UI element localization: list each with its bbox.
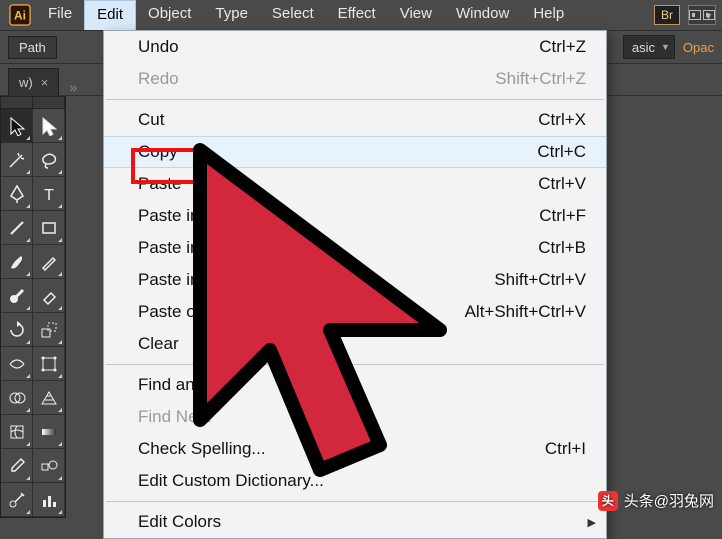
menu-item-label: Copy bbox=[138, 142, 178, 162]
column-graph-tool[interactable] bbox=[33, 483, 65, 517]
menu-item-label: Paste on A bbox=[138, 302, 220, 322]
document-tab-label: w) bbox=[19, 75, 33, 90]
menu-item-shortcut: Ctrl+F bbox=[539, 206, 586, 226]
mesh-tool[interactable] bbox=[1, 415, 33, 449]
menu-item-label: Clear bbox=[138, 334, 179, 354]
menu-effect[interactable]: Effect bbox=[326, 0, 388, 30]
tab-overflow-icon[interactable]: » bbox=[69, 79, 77, 95]
menu-item-label: Find Next bbox=[138, 407, 211, 427]
menu-bar: Ai FileEditObjectTypeSelectEffectViewWin… bbox=[0, 0, 722, 30]
menu-item-paste-on-a[interactable]: Paste on A Alt+Shift+Ctrl+V bbox=[104, 296, 606, 328]
eyedropper-tool[interactable] bbox=[1, 449, 33, 483]
menu-item-label: Find and Rep bbox=[138, 375, 240, 395]
menu-item-shortcut: Alt+Shift+Ctrl+V bbox=[465, 302, 586, 322]
tools-panel: T bbox=[0, 96, 66, 518]
perspective-grid-tool[interactable] bbox=[33, 381, 65, 415]
magic-wand-tool[interactable] bbox=[1, 143, 33, 177]
menu-item-paste-in[interactable]: Paste in Ctrl+F bbox=[104, 200, 606, 232]
menu-item-clear[interactable]: Clear bbox=[104, 328, 606, 360]
menu-item-shortcut: Ctrl+Z bbox=[539, 37, 586, 57]
style-combo[interactable]: asic▼ bbox=[623, 35, 675, 59]
menu-item-paste-in-p[interactable]: Paste in P Shift+Ctrl+V bbox=[104, 264, 606, 296]
menu-item-label: Edit Colors bbox=[138, 512, 221, 532]
paintbrush-tool[interactable] bbox=[1, 245, 33, 279]
svg-text:T: T bbox=[44, 187, 54, 204]
menu-separator bbox=[106, 99, 604, 100]
menu-item-label: Paste in P bbox=[138, 270, 216, 290]
gradient-tool[interactable] bbox=[33, 415, 65, 449]
menu-item-shortcut: Shift+Ctrl+Z bbox=[495, 69, 586, 89]
menu-item-shortcut: Ctrl+I bbox=[545, 439, 586, 459]
menu-view[interactable]: View bbox=[388, 0, 444, 30]
menu-type[interactable]: Type bbox=[203, 0, 260, 30]
line-segment-tool[interactable] bbox=[1, 211, 33, 245]
menu-edit[interactable]: Edit bbox=[84, 0, 136, 30]
menu-item-shortcut: Ctrl+X bbox=[538, 110, 586, 130]
menu-item-label: Paste in bbox=[138, 206, 199, 226]
menu-item-label: Paste in bbox=[138, 238, 199, 258]
watermark-logo: 头 bbox=[598, 491, 618, 511]
tools-panel-grip[interactable] bbox=[1, 97, 65, 109]
edit-menu-dropdown: UndoCtrl+ZRedoShift+Ctrl+ZCutCtrl+XCopyC… bbox=[103, 30, 607, 539]
menu-item-redo: Redo Shift+Ctrl+Z bbox=[104, 63, 606, 95]
shape-builder-tool[interactable] bbox=[1, 381, 33, 415]
scale-tool[interactable] bbox=[33, 313, 65, 347]
lasso-tool[interactable] bbox=[33, 143, 65, 177]
rotate-tool[interactable] bbox=[1, 313, 33, 347]
menu-select[interactable]: Select bbox=[260, 0, 326, 30]
eraser-tool[interactable] bbox=[33, 279, 65, 313]
menu-item-paste-in[interactable]: Paste in Ctrl+B bbox=[104, 232, 606, 264]
menu-item-check-spelling[interactable]: Check Spelling... Ctrl+I bbox=[104, 433, 606, 465]
opacity-label: Opac bbox=[679, 40, 714, 55]
menu-help[interactable]: Help bbox=[521, 0, 576, 30]
bridge-button[interactable]: Br bbox=[654, 5, 680, 25]
workspace-switcher[interactable]: ▼ bbox=[688, 5, 716, 25]
document-tab[interactable]: w) × bbox=[8, 68, 59, 96]
menu-item-shortcut: Ctrl+V bbox=[538, 174, 586, 194]
menu-window[interactable]: Window bbox=[444, 0, 521, 30]
blob-brush-tool[interactable] bbox=[1, 279, 33, 313]
selection-type-label: Path bbox=[8, 36, 57, 59]
svg-text:Ai: Ai bbox=[14, 9, 26, 23]
direct-selection-tool[interactable] bbox=[33, 109, 65, 143]
menu-item-label: Check Spelling... bbox=[138, 439, 266, 459]
menu-item-shortcut: Shift+Ctrl+V bbox=[494, 270, 586, 290]
rectangle-tool[interactable] bbox=[33, 211, 65, 245]
pen-tool[interactable] bbox=[1, 177, 33, 211]
menu-item-cut[interactable]: Cut Ctrl+X bbox=[104, 104, 606, 136]
menu-item-shortcut: Ctrl+C bbox=[537, 142, 586, 162]
width-tool[interactable] bbox=[1, 347, 33, 381]
free-transform-tool[interactable] bbox=[33, 347, 65, 381]
menu-item-copy[interactable]: Copy Ctrl+C bbox=[104, 136, 606, 168]
menu-item-label: Paste bbox=[138, 174, 181, 194]
menu-separator bbox=[106, 501, 604, 502]
menu-item-label: Redo bbox=[138, 69, 179, 89]
menu-item-find-and-rep[interactable]: Find and Rep bbox=[104, 369, 606, 401]
menu-item-find-next: Find Next bbox=[104, 401, 606, 433]
app-icon-illustrator: Ai bbox=[4, 0, 36, 30]
blend-tool[interactable] bbox=[33, 449, 65, 483]
type-tool[interactable]: T bbox=[33, 177, 65, 211]
watermark-text: 头条@羽兔网 bbox=[624, 490, 714, 511]
menu-item-undo[interactable]: Undo Ctrl+Z bbox=[104, 31, 606, 63]
menu-item-label: Cut bbox=[138, 110, 164, 130]
menu-item-edit-colors[interactable]: Edit Colors bbox=[104, 506, 606, 538]
pencil-tool[interactable] bbox=[33, 245, 65, 279]
selection-tool[interactable] bbox=[1, 109, 33, 143]
menu-item-label: Undo bbox=[138, 37, 179, 57]
menu-separator bbox=[106, 364, 604, 365]
menu-item-edit-custom-dictionary[interactable]: Edit Custom Dictionary... bbox=[104, 465, 606, 497]
menu-object[interactable]: Object bbox=[136, 0, 203, 30]
close-icon[interactable]: × bbox=[41, 75, 49, 90]
menu-file[interactable]: File bbox=[36, 0, 84, 30]
menu-item-label: Edit Custom Dictionary... bbox=[138, 471, 324, 491]
symbol-sprayer-tool[interactable] bbox=[1, 483, 33, 517]
watermark: 头 头条@羽兔网 bbox=[598, 490, 714, 511]
menu-item-paste[interactable]: Paste Ctrl+V bbox=[104, 168, 606, 200]
menu-item-shortcut: Ctrl+B bbox=[538, 238, 586, 258]
